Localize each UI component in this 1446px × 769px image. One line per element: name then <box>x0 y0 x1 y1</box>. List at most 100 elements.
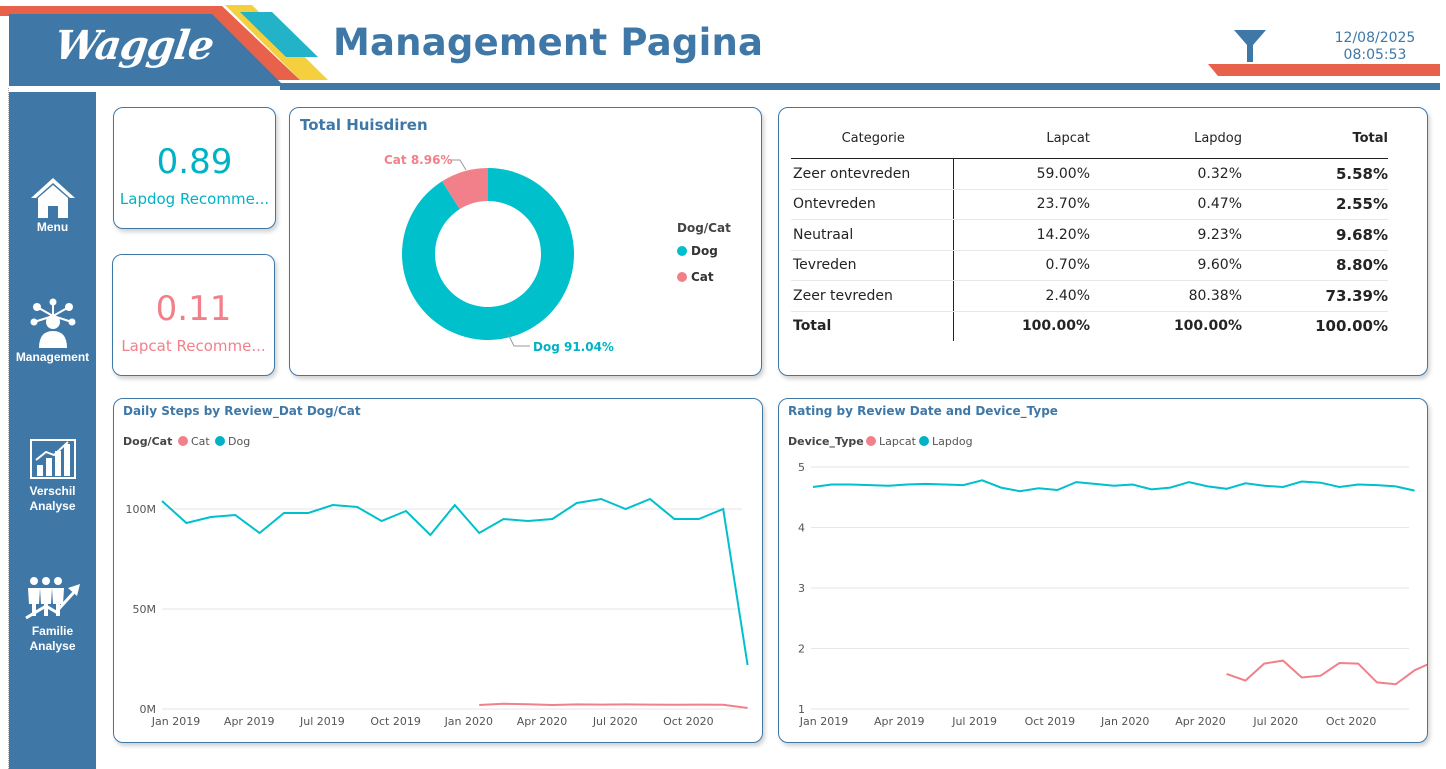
x-tick-label: Jul 2019 <box>299 715 345 728</box>
steps-line-card: Daily Steps by Review_Dat Dog/Cat Dog/Ca… <box>113 398 763 743</box>
x-tick-label: Jan 2020 <box>444 715 493 728</box>
matrix-header-lapcat[interactable]: Lapcat <box>953 118 1090 159</box>
matrix-cell: 9.68% <box>1242 219 1388 251</box>
sidebar-item-label: Familie Analyse <box>29 624 76 653</box>
sidebar-item-menu[interactable]: Menu <box>9 176 96 235</box>
legend-dot-dog <box>677 246 687 256</box>
matrix-header-lapdog[interactable]: Lapdog <box>1090 118 1242 159</box>
matrix-cell: 0.32% <box>1090 158 1242 190</box>
sidebar-item-verschil-analyse[interactable]: Verschil Analyse <box>9 438 96 514</box>
donut-card: Total Huisdiren Cat 8.96% Dog 91.04% Dog… <box>289 107 762 376</box>
series-line-lapdog[interactable] <box>812 479 1415 493</box>
table-row[interactable]: Ontevreden 23.70% 0.47% 2.55% <box>791 189 1388 220</box>
y-tick-label: 4 <box>798 522 805 535</box>
table-row[interactable]: Zeer ontevreden 59.00% 0.32% 5.58% <box>791 158 1388 190</box>
matrix-header-total[interactable]: Total <box>1242 118 1388 159</box>
matrix-cell: Tevreden <box>791 250 954 281</box>
matrix-cell: 5.58% <box>1242 158 1388 190</box>
kpi-value-lapdog: 0.89 <box>156 142 233 182</box>
x-tick-label: Jan 2020 <box>1100 715 1149 728</box>
series-line-cat[interactable] <box>479 702 748 709</box>
y-tick-label: 3 <box>798 582 805 595</box>
legend-dot-lapdog <box>919 436 929 446</box>
matrix-cell: 0.47% <box>1090 189 1242 220</box>
matrix-cell: Zeer ontevreden <box>791 158 954 190</box>
kpi-value-lapcat: 0.11 <box>155 289 232 329</box>
matrix-cell: 14.20% <box>953 219 1090 251</box>
rating-legend-title: Device_Type <box>788 435 864 448</box>
matrix-cell: 100.00% <box>1021 318 1090 335</box>
bar-chart-growth-icon <box>29 439 76 479</box>
x-tick-label: Oct 2020 <box>1326 715 1377 728</box>
matrix-cell: Total <box>791 311 954 341</box>
legend-dot-lapcat <box>866 436 876 446</box>
matrix-cell: 0.70% <box>953 250 1090 281</box>
matrix-cell: Ontevreden <box>791 189 954 220</box>
datetime: 12/08/2025 08:05:53 <box>1310 30 1440 64</box>
matrix-cell: 8.80% <box>1242 250 1388 281</box>
series-line-dog[interactable] <box>161 497 749 666</box>
sidebar-item-familie-analyse[interactable]: Familie Analyse <box>9 576 96 654</box>
matrix-total-row[interactable]: Total 100.00% 100.00% 100.00% <box>791 311 1388 341</box>
steps-legend-cat[interactable]: Cat <box>191 435 210 448</box>
x-tick-label: Apr 2019 <box>874 715 925 728</box>
x-tick-label: Jul 2019 <box>951 715 997 728</box>
donut-legend-dog[interactable]: Dog <box>691 244 718 258</box>
x-tick-label: Jul 2020 <box>592 715 638 728</box>
matrix-cell: 73.39% <box>1242 280 1388 312</box>
time-text: 08:05:53 <box>1343 47 1407 63</box>
sidebar: Menu Management Verschil Analyse Familie… <box>9 92 96 769</box>
steps-legend-title: Dog/Cat <box>123 435 172 448</box>
rating-legend-lapcat[interactable]: Lapcat <box>879 435 917 448</box>
table-row[interactable]: Neutraal 14.20% 9.23% 9.68% <box>791 219 1388 251</box>
donut-label-cat: Cat 8.96% <box>384 153 452 167</box>
home-icon <box>30 178 75 218</box>
table-row[interactable]: Tevreden 0.70% 9.60% 8.80% <box>791 250 1388 281</box>
page-title: Management Pagina <box>333 21 764 64</box>
legend-dot-cat <box>178 436 188 446</box>
matrix-cell: 2.55% <box>1242 189 1388 220</box>
x-tick-label: Jan 2019 <box>799 715 848 728</box>
filter-icon[interactable] <box>1232 28 1268 64</box>
kpi-label-lapdog: Lapdog Recomme... <box>119 190 270 208</box>
matrix-cell: 100.00% <box>1315 317 1388 336</box>
y-tick-label: 100M <box>126 503 157 516</box>
matrix-cell: 80.38% <box>1090 280 1242 312</box>
x-tick-label: Apr 2020 <box>1175 715 1226 728</box>
rating-line-card: Rating by Review Date and Device_Type De… <box>778 398 1428 743</box>
rating-line-chart: Device_Type Lapcat Lapdog 12345Jan 2019 A… <box>788 435 1427 728</box>
header-stripe-orange-right <box>1208 64 1440 76</box>
matrix-cell: 59.00% <box>953 158 1090 190</box>
kpi-label-lapcat: Lapcat Recomme... <box>121 337 266 355</box>
y-tick-label: 2 <box>798 643 805 656</box>
donut-label-dog: Dog 91.04% <box>533 340 614 354</box>
kpi-card-lapcat: 0.11 Lapcat Recomme... <box>112 254 275 376</box>
date-text: 12/08/2025 <box>1334 30 1416 46</box>
matrix-header-categorie[interactable]: Categorie <box>791 118 954 159</box>
kpi-card-lapdog: 0.89 Lapdog Recomme... <box>113 107 276 229</box>
matrix-cell: Zeer tevreden <box>791 280 954 312</box>
x-tick-label: Apr 2020 <box>517 715 568 728</box>
team-network-icon <box>30 298 75 348</box>
donut-chart: Cat 8.96% Dog 91.04% Dog/Cat Dog Cat <box>384 153 731 354</box>
matrix-cell: Neutraal <box>791 219 954 251</box>
donut-legend-cat[interactable]: Cat <box>691 270 714 284</box>
matrix-card: Categorie Lapcat Lapdog Total Zeer ontev… <box>778 107 1428 376</box>
steps-legend-dog[interactable]: Dog <box>228 435 250 448</box>
sidebar-item-management[interactable]: Management <box>9 298 96 365</box>
series-line-lapcat[interactable] <box>1226 659 1427 686</box>
satisfaction-matrix: Categorie Lapcat Lapdog Total Zeer ontev… <box>791 118 1388 341</box>
matrix-cell: 100.00% <box>1173 318 1242 335</box>
logo: Waggle <box>51 22 217 69</box>
y-tick-label: 5 <box>798 461 805 474</box>
x-tick-label: Oct 2020 <box>663 715 714 728</box>
table-row[interactable]: Zeer tevreden 2.40% 80.38% 73.39% <box>791 280 1388 312</box>
matrix-cell: 23.70% <box>953 189 1090 220</box>
x-tick-label: Jan 2019 <box>151 715 200 728</box>
x-tick-label: Apr 2019 <box>224 715 275 728</box>
sidebar-item-label: Management <box>15 350 90 364</box>
matrix-header-row: Categorie Lapcat Lapdog Total <box>791 118 1388 159</box>
matrix-cell: 2.40% <box>953 280 1090 312</box>
legend-dot-cat <box>677 272 687 282</box>
rating-legend-lapdog[interactable]: Lapdog <box>932 435 973 448</box>
